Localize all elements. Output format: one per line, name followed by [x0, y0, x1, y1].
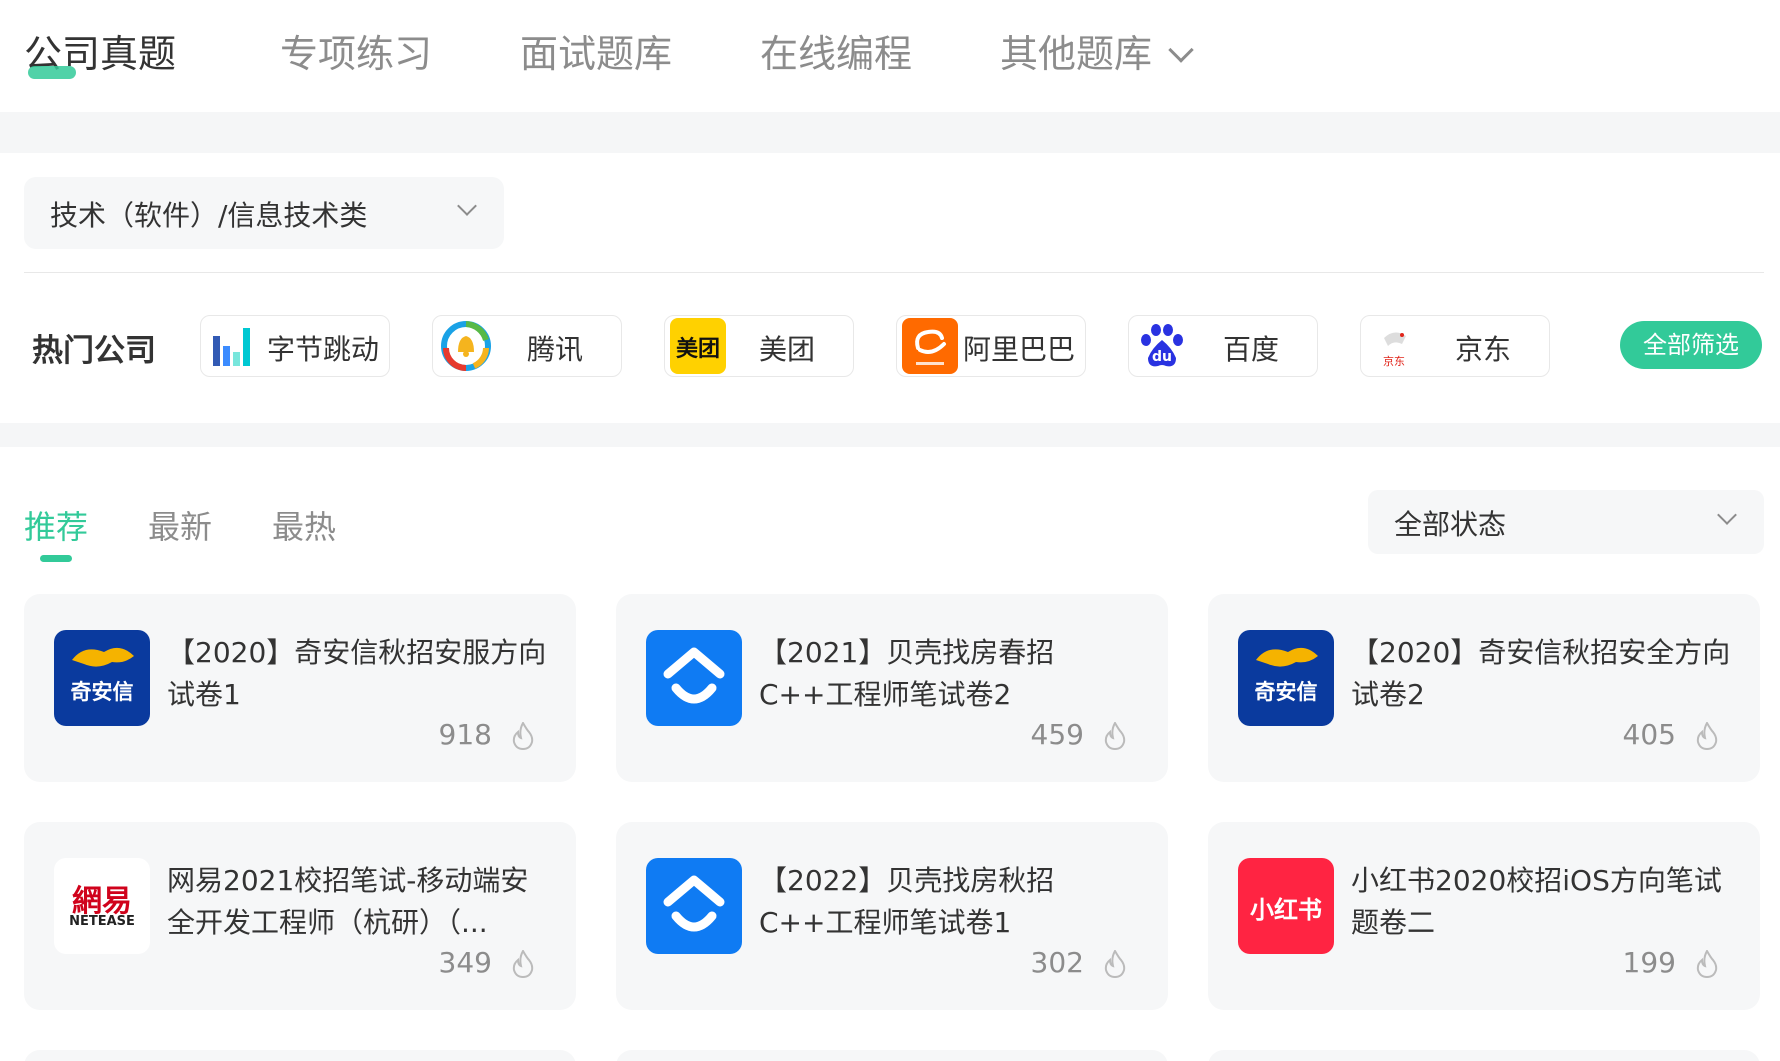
beike-logo — [646, 630, 742, 726]
company-name: 京东 — [1454, 333, 1511, 366]
fire-icon — [1696, 722, 1718, 750]
status-select[interactable]: 全部状态 — [1368, 490, 1764, 554]
chevron-down-icon — [457, 196, 477, 216]
tab-interview-bank[interactable]: 面试题库 — [520, 28, 672, 80]
paper-card[interactable]: 【2022】贝壳找房秋招C++工程师笔试卷1 302 — [616, 822, 1168, 1010]
heat-count: 918 — [438, 718, 492, 751]
category-select[interactable]: 技术（软件）/信息技术类 — [24, 177, 504, 249]
company-chip-tencent[interactable]: 腾讯 — [432, 315, 622, 377]
hot-companies-label: 热门公司 — [32, 333, 156, 369]
chevron-down-icon — [1717, 505, 1737, 525]
section-gap — [0, 423, 1780, 447]
paper-title: 【2020】奇安信秋招安全方向试卷2 — [1351, 636, 1731, 711]
section-gap — [0, 112, 1780, 153]
category-select-value: 技术（软件）/信息技术类 — [50, 199, 368, 232]
paper-card[interactable]: 【2021】贝壳找房春招C++工程师笔试卷2 459 — [616, 594, 1168, 782]
heat-count: 302 — [1030, 946, 1084, 979]
meituan-logo: 美团 — [670, 318, 726, 374]
tab-other-banks-label: 其他题库 — [1000, 32, 1153, 76]
fire-icon — [512, 722, 534, 750]
jd-logo: 京东 — [1366, 318, 1422, 374]
company-chip-jd[interactable]: 京东 京东 — [1360, 315, 1550, 377]
qianxin-logo: 奇安信 — [1238, 630, 1334, 726]
paper-title: 小红书2020校招iOS方向笔试题卷二 — [1351, 864, 1722, 939]
fire-icon — [1104, 950, 1126, 978]
xiaohongshu-logo: 小红书 — [1238, 858, 1334, 954]
divider — [24, 272, 1764, 273]
paper-card[interactable] — [616, 1050, 1168, 1061]
company-chip-bytedance[interactable]: 字节跳动 — [200, 315, 390, 377]
heat-count: 459 — [1030, 718, 1084, 751]
company-name: 阿里巴巴 — [962, 333, 1075, 366]
paper-card[interactable] — [24, 1050, 576, 1061]
paper-title: 【2022】贝壳找房秋招C++工程师笔试卷1 — [759, 864, 1055, 939]
active-sort-indicator — [40, 555, 72, 562]
heat-count: 349 — [438, 946, 492, 979]
company-name: 百度 — [1222, 333, 1279, 366]
heat-count: 405 — [1622, 718, 1676, 751]
company-name: 美团 — [758, 333, 815, 366]
filter-panel: 技术（软件）/信息技术类 热门公司 字节跳动 腾讯 美团 美团 阿里巴巴 du … — [0, 153, 1780, 423]
company-chip-meituan[interactable]: 美团 美团 — [664, 315, 854, 377]
tab-topic-practice[interactable]: 专项练习 — [280, 28, 432, 80]
bytedance-logo — [206, 318, 262, 374]
top-nav: 公司真题 专项练习 面试题库 在线编程 其他题库 — [0, 0, 1780, 112]
company-name: 腾讯 — [526, 333, 583, 366]
qianxin-logo: 奇安信 — [54, 630, 150, 726]
tencent-logo — [438, 318, 494, 374]
beike-logo — [646, 858, 742, 954]
paper-card[interactable]: 網易 NETEASE 网易2021校招笔试-移动端安全开发工程师（杭研）（...… — [24, 822, 576, 1010]
paper-title: 【2020】奇安信秋招安服方向试卷1 — [167, 636, 547, 711]
paper-card[interactable]: 小红书 小红书2020校招iOS方向笔试题卷二 199 — [1208, 822, 1760, 1010]
company-name: 字节跳动 — [266, 333, 379, 366]
baidu-logo: du — [1134, 318, 1190, 374]
active-tab-indicator — [28, 66, 76, 79]
paper-card[interactable]: 奇安信 【2020】奇安信秋招安服方向试卷1 918 — [24, 594, 576, 782]
company-chip-baidu[interactable]: du 百度 — [1128, 315, 1318, 377]
alibaba-logo — [902, 318, 958, 374]
heat-count: 199 — [1622, 946, 1676, 979]
paper-title: 网易2021校招笔试-移动端安全开发工程师（杭研）（... — [167, 864, 529, 939]
netease-logo: 網易 NETEASE — [54, 858, 150, 954]
paper-card[interactable]: 奇安信 【2020】奇安信秋招安全方向试卷2 405 — [1208, 594, 1760, 782]
sort-tab-hottest[interactable]: 最热 — [272, 502, 336, 548]
sort-tab-recommended[interactable]: 推荐 — [24, 502, 88, 548]
paper-card[interactable] — [1208, 1050, 1760, 1061]
paper-title: 【2021】贝壳找房春招C++工程师笔试卷2 — [759, 636, 1055, 711]
tab-other-banks[interactable]: 其他题库 — [1000, 28, 1194, 80]
fire-icon — [512, 950, 534, 978]
fire-icon — [1696, 950, 1718, 978]
fire-icon — [1104, 722, 1126, 750]
sort-tab-newest[interactable]: 最新 — [148, 502, 212, 548]
all-filters-button[interactable]: 全部筛选 — [1620, 321, 1762, 369]
tab-online-coding[interactable]: 在线编程 — [760, 28, 912, 80]
status-select-value: 全部状态 — [1394, 508, 1507, 541]
chevron-down-icon — [1168, 37, 1194, 63]
company-chip-alibaba[interactable]: 阿里巴巴 — [896, 315, 1086, 377]
